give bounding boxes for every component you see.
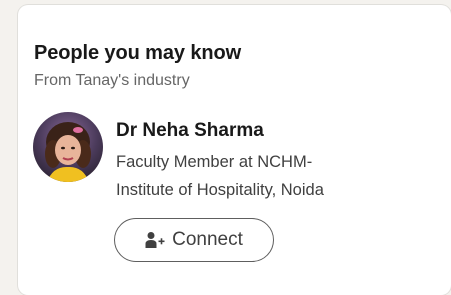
- connect-label: Connect: [172, 229, 243, 250]
- card-heading: People you may know: [34, 42, 242, 64]
- person-name[interactable]: Dr Neha Sharma: [116, 120, 264, 142]
- avatar[interactable]: [33, 112, 103, 182]
- add-person-icon: [145, 231, 165, 249]
- person-headline-line2: Institute of Hospitality, Noida: [116, 181, 324, 199]
- person-headline-line1: Faculty Member at NCHM-: [116, 153, 313, 171]
- connect-button[interactable]: Connect: [114, 218, 274, 262]
- card-subheading: From Tanay's industry: [34, 72, 190, 89]
- profile-photo-icon: [33, 112, 103, 182]
